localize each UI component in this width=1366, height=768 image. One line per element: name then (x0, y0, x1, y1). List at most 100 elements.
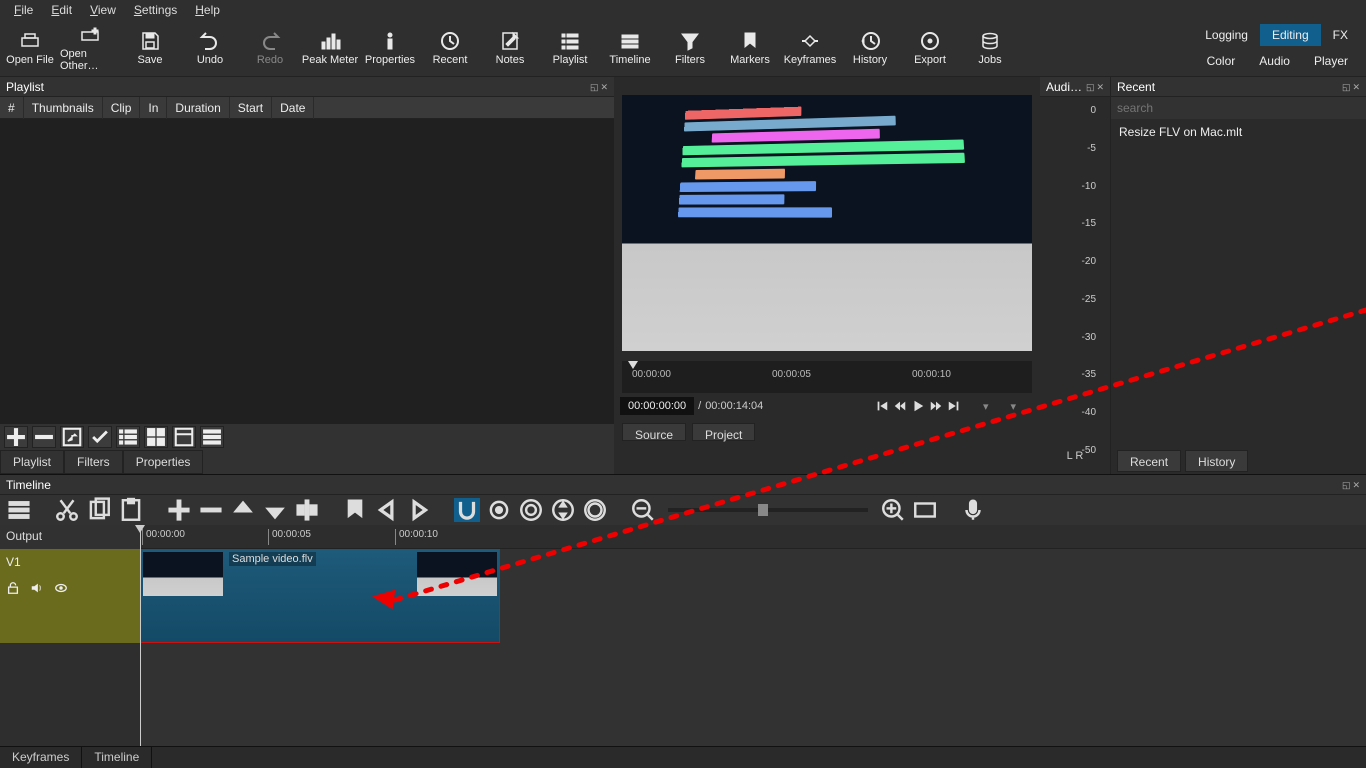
skip-end-icon[interactable] (947, 399, 961, 413)
layout-tab-color[interactable]: Color (1195, 50, 1248, 72)
dropdown-icon[interactable]: ▾ (983, 400, 989, 413)
scrub-icon[interactable] (486, 498, 512, 522)
keyframes-button[interactable]: Keyframes (780, 20, 840, 76)
zoom-out-icon[interactable] (630, 498, 656, 522)
open-file-button[interactable]: Open File (0, 20, 60, 76)
markers-button[interactable]: Markers (720, 20, 780, 76)
layout-tab-editing[interactable]: Editing (1260, 24, 1321, 46)
open-other-button[interactable]: Open Other… (60, 20, 120, 76)
timeline-tracks[interactable]: 00:00:00 00:00:05 00:00:10 Sample video.… (140, 525, 1366, 746)
menu-help[interactable]: Help (187, 3, 228, 17)
skip-start-icon[interactable] (875, 399, 889, 413)
layout-tab-fx[interactable]: FX (1321, 24, 1360, 46)
keyframes-tab[interactable]: Keyframes (0, 747, 82, 768)
overwrite-icon[interactable] (262, 498, 288, 522)
menu-settings[interactable]: Settings (126, 3, 185, 17)
zoom-fit-icon[interactable] (965, 399, 979, 413)
undo-button[interactable]: Undo (180, 20, 240, 76)
menu-file[interactable]: File (6, 3, 41, 17)
cut-icon[interactable] (54, 498, 80, 522)
next-marker-icon[interactable] (406, 498, 432, 522)
pl-tab-playlist[interactable]: Playlist (0, 450, 64, 474)
menu-view[interactable]: View (82, 3, 124, 17)
zoom-fit-icon[interactable] (912, 498, 938, 522)
append-icon[interactable] (166, 498, 192, 522)
ripple-all-icon[interactable] (550, 498, 576, 522)
timeline-tab[interactable]: Timeline (82, 747, 152, 768)
peak-meter-button[interactable]: Peak Meter (300, 20, 360, 76)
zoom-slider[interactable] (668, 508, 868, 512)
playlist-tb-button[interactable]: Playlist (540, 20, 600, 76)
project-tab[interactable]: Project (692, 423, 755, 441)
playlist-body[interactable] (0, 119, 614, 424)
pl-tab-properties[interactable]: Properties (123, 450, 204, 474)
ripple-icon[interactable] (518, 498, 544, 522)
copy-icon[interactable] (86, 498, 112, 522)
remove-button[interactable] (32, 426, 56, 448)
lock-icon[interactable] (6, 581, 20, 595)
split-icon[interactable] (294, 498, 320, 522)
history-button[interactable]: History (840, 20, 900, 76)
undock-icon[interactable]: ◱ (1086, 77, 1095, 97)
menu-edit[interactable]: Edit (43, 3, 80, 17)
recent-item[interactable]: Resize FLV on Mac.mlt (1111, 119, 1366, 145)
timeline-ruler[interactable]: 00:00:00 00:00:05 00:00:10 (140, 525, 1366, 549)
record-audio-icon[interactable] (960, 498, 986, 522)
volume-icon[interactable] (1020, 399, 1034, 413)
recent-search-input[interactable] (1111, 97, 1366, 119)
undock-icon[interactable]: ◱ (1342, 475, 1351, 495)
snap-icon[interactable] (454, 498, 480, 522)
preview-ruler[interactable]: 00:00:00 00:00:05 00:00:10 (622, 361, 1032, 393)
remove-icon[interactable] (198, 498, 224, 522)
layout-tab-player[interactable]: Player (1302, 50, 1360, 72)
playlist-col-in[interactable]: In (140, 97, 167, 119)
view-list-icon[interactable] (116, 426, 140, 448)
source-tab[interactable]: Source (622, 423, 686, 441)
mute-icon[interactable] (30, 581, 44, 595)
history-tab[interactable]: History (1185, 450, 1248, 472)
undock-icon[interactable]: ◱ (590, 77, 599, 97)
export-button[interactable]: Export (900, 20, 960, 76)
playlist-col-num[interactable]: # (0, 97, 24, 119)
timeline-clip[interactable]: Sample video.flv (140, 549, 500, 643)
properties-button[interactable]: Properties (360, 20, 420, 76)
recent-button[interactable]: Recent (420, 20, 480, 76)
timeline-playhead[interactable] (140, 525, 141, 746)
update-button[interactable] (60, 426, 84, 448)
play-icon[interactable] (911, 399, 925, 413)
view-grid-icon[interactable] (144, 426, 168, 448)
fast-forward-icon[interactable] (929, 399, 943, 413)
output-header[interactable]: Output (0, 525, 140, 549)
timeline-tb-button[interactable]: Timeline (600, 20, 660, 76)
add-button[interactable] (4, 426, 28, 448)
current-time[interactable]: 00:00:00:00 (620, 397, 694, 415)
notes-button[interactable]: Notes (480, 20, 540, 76)
playlist-col-duration[interactable]: Duration (167, 97, 229, 119)
close-icon[interactable]: ✕ (1352, 77, 1360, 97)
view-details-icon[interactable] (172, 426, 196, 448)
playlist-col-start[interactable]: Start (230, 97, 272, 119)
menu-icon[interactable] (6, 498, 32, 522)
save-button[interactable]: Save (120, 20, 180, 76)
lift-icon[interactable] (230, 498, 256, 522)
pl-tab-filters[interactable]: Filters (64, 450, 123, 474)
track-header-v1[interactable]: V1 (0, 549, 140, 643)
playlist-col-thumbnails[interactable]: Thumbnails (24, 97, 103, 119)
check-button[interactable] (88, 426, 112, 448)
playlist-col-clip[interactable]: Clip (103, 97, 141, 119)
preview-viewport[interactable] (622, 95, 1032, 351)
recent-tab[interactable]: Recent (1117, 450, 1181, 472)
paste-icon[interactable] (118, 498, 144, 522)
close-icon[interactable]: ✕ (1352, 475, 1360, 495)
layout-tab-logging[interactable]: Logging (1193, 24, 1260, 46)
view-compact-icon[interactable] (200, 426, 224, 448)
playlist-col-date[interactable]: Date (272, 97, 314, 119)
close-icon[interactable]: ✕ (1096, 77, 1104, 97)
zoom-in-icon[interactable] (880, 498, 906, 522)
rewind-icon[interactable] (893, 399, 907, 413)
ripple-markers-icon[interactable] (582, 498, 608, 522)
grid-icon[interactable] (992, 399, 1006, 413)
filters-button[interactable]: Filters (660, 20, 720, 76)
redo-button[interactable]: Redo (240, 20, 300, 76)
hide-icon[interactable] (54, 581, 68, 595)
